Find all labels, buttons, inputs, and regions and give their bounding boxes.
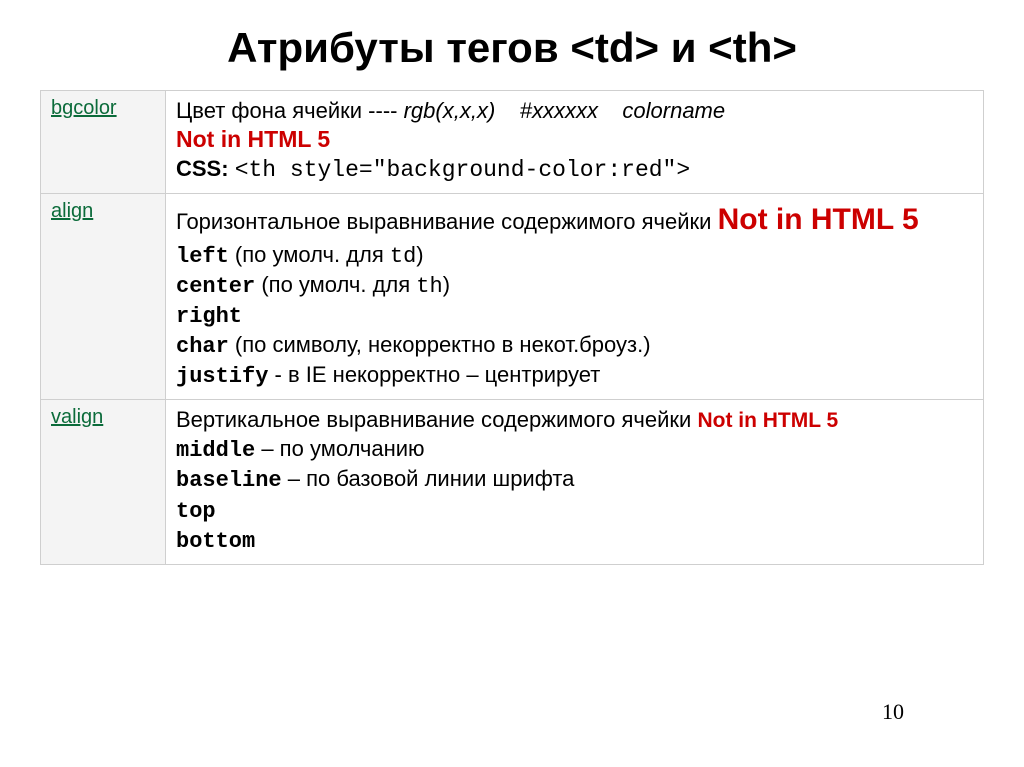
valign-baseline-kw: baseline: [176, 468, 282, 493]
table-row: align Горизонтальное выравнивание содерж…: [41, 194, 984, 400]
bgcolor-css-code: <th style="background-color:red">: [235, 157, 690, 183]
bgcolor-not-html5: Not in HTML 5: [176, 126, 330, 152]
valign-bottom-kw: bottom: [176, 529, 255, 554]
page-number: 10: [882, 699, 904, 725]
slide: Атрибуты тегов <td> и <th> bgcolor Цвет …: [0, 0, 1024, 767]
attributes-table: bgcolor Цвет фона ячейки ---- rgb(x,x,x)…: [40, 90, 984, 565]
align-left-kw: left: [176, 244, 229, 269]
align-left-text: (по умолч. для: [229, 242, 390, 267]
attr-link-bgcolor[interactable]: bgcolor: [51, 97, 117, 119]
align-not-html5: Not in HTML 5: [718, 203, 919, 236]
align-left-for: td: [390, 244, 416, 269]
attr-link-valign[interactable]: valign: [51, 406, 103, 428]
attr-desc-cell: Горизонтальное выравнивание содержимого …: [166, 194, 984, 400]
align-justify-text: - в IE некорректно – центрирует: [268, 362, 600, 387]
attr-desc-cell: Цвет фона ячейки ---- rgb(x,x,x) #xxxxxx…: [166, 91, 984, 194]
align-char-text: (по символу, некорректно в некот.броуз.): [229, 332, 651, 357]
attr-key-cell: bgcolor: [41, 91, 166, 194]
align-center-text: (по умолч. для: [255, 272, 416, 297]
valign-top-kw: top: [176, 499, 216, 524]
align-right-kw: right: [176, 304, 242, 329]
attr-key-cell: align: [41, 194, 166, 400]
align-desc-prefix: Горизонтальное выравнивание содержимого …: [176, 209, 718, 234]
valign-middle-text: – по умолчанию: [255, 436, 424, 461]
table-row: bgcolor Цвет фона ячейки ---- rgb(x,x,x)…: [41, 91, 984, 194]
valign-desc-prefix: Вертикальное выравнивание содержимого яч…: [176, 407, 697, 432]
slide-title: Атрибуты тегов <td> и <th>: [40, 24, 984, 72]
valign-not-html5: Not in HTML 5: [697, 409, 838, 432]
align-center-for: th: [416, 274, 442, 299]
valign-baseline-text: – по базовой линии шрифта: [282, 466, 575, 491]
attr-desc-cell: Вертикальное выравнивание содержимого яч…: [166, 400, 984, 565]
attr-link-align[interactable]: align: [51, 200, 93, 222]
attr-key-cell: valign: [41, 400, 166, 565]
align-char-kw: char: [176, 334, 229, 359]
bgcolor-css-label: CSS:: [176, 156, 235, 181]
bgcolor-desc-rgb: rgb(x,x,x) #xxxxxx colorname: [404, 98, 726, 123]
bgcolor-desc-prefix: Цвет фона ячейки ----: [176, 98, 404, 123]
valign-middle-kw: middle: [176, 438, 255, 463]
align-center-kw: center: [176, 274, 255, 299]
align-justify-kw: justify: [176, 364, 268, 389]
table-row: valign Вертикальное выравнивание содержи…: [41, 400, 984, 565]
